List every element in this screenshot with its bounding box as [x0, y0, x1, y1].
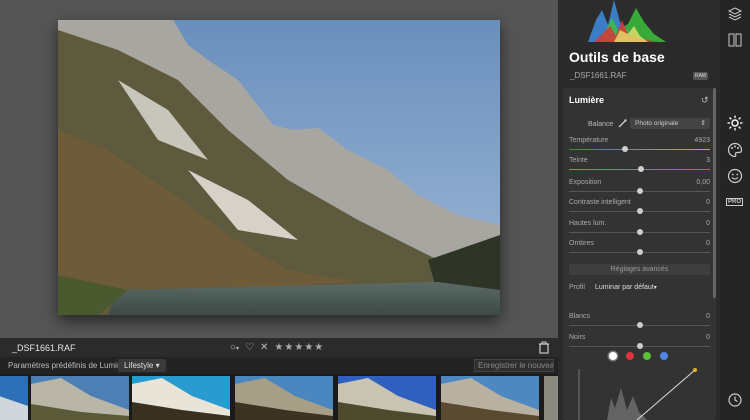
pro-tools-button[interactable]: PRO — [726, 198, 744, 206]
slider-track[interactable] — [569, 146, 710, 152]
preset-thumbnail[interactable] — [235, 376, 333, 420]
preset-thumbnail[interactable] — [441, 376, 539, 420]
panel-filename: _DSF1661.RAF — [570, 71, 627, 80]
tone-curve[interactable] — [577, 368, 699, 420]
curve-point[interactable] — [693, 368, 697, 372]
profile-value: Luminar par défaut — [595, 284, 654, 291]
palette-icon[interactable] — [727, 142, 743, 158]
slider-handle[interactable] — [636, 188, 643, 194]
curve-channel-selector — [609, 352, 668, 360]
image-viewer[interactable] — [0, 0, 558, 338]
slider-label: Exposition — [569, 179, 602, 186]
presets-bar: Paramètres prédéfinis de Luminar : Lifes… — [0, 357, 558, 374]
slider-handle[interactable] — [636, 249, 643, 255]
profile-label: Profil — [569, 284, 585, 291]
image-filename: _DSF1661.RAF — [12, 342, 76, 353]
curve-channel-swatch[interactable] — [609, 352, 617, 360]
preset-filmstrip — [0, 374, 558, 420]
slider-handle[interactable] — [636, 229, 643, 235]
slider-label: Teinte — [569, 157, 588, 164]
slider-handle[interactable] — [622, 146, 629, 152]
white-balance-value: Photo originale — [635, 120, 679, 127]
main-photo[interactable] — [58, 20, 500, 315]
raw-badge: RAW — [693, 72, 709, 80]
preset-thumbnail[interactable] — [31, 376, 129, 420]
slider-track[interactable] — [569, 166, 710, 172]
slider-track[interactable] — [569, 229, 710, 235]
history-icon[interactable] — [727, 392, 743, 408]
chevron-down-icon: ▾ — [236, 346, 240, 352]
reset-icon[interactable]: ↺ — [701, 95, 709, 106]
slider-track[interactable] — [569, 249, 710, 255]
slider-label: Hautes lum. — [569, 220, 607, 227]
white-balance-select[interactable]: Photo originale ⇕ — [630, 118, 710, 129]
slider-handle[interactable] — [636, 343, 643, 349]
histogram — [558, 0, 720, 42]
slider-track[interactable] — [569, 208, 710, 214]
chevron-updown-icon: ⇕ — [700, 120, 706, 127]
info-bar: _DSF1661.RAF ○▾ ♡ ✕ ★★★★★ — [0, 338, 558, 357]
slider-label: Contraste intelligent — [569, 199, 631, 206]
light-section: Lumière ↺ Balance Photo originale ⇕ Temp… — [563, 88, 716, 420]
profile-select[interactable]: Luminar par défaut▾ — [595, 284, 657, 291]
preset-thumbnail[interactable] — [544, 376, 558, 420]
heart-icon[interactable]: ♡ — [245, 342, 254, 353]
slider-value[interactable]: 4923 — [694, 137, 710, 144]
reject-icon[interactable]: ✕ — [260, 342, 268, 353]
curve-channel-swatch[interactable] — [643, 352, 651, 360]
eyedropper-icon[interactable] — [618, 119, 627, 130]
color-label-button[interactable]: ○▾ — [230, 342, 239, 353]
slider-track[interactable] — [569, 322, 710, 328]
trash-icon[interactable] — [538, 341, 550, 354]
preset-thumbnail[interactable] — [338, 376, 436, 420]
curve-channel-swatch[interactable] — [626, 352, 634, 360]
slider-handle[interactable] — [636, 322, 643, 328]
slider-value[interactable]: 0 — [706, 313, 710, 320]
slider-value[interactable]: 3 — [706, 157, 710, 164]
canvas-icon[interactable] — [727, 32, 743, 48]
face-icon[interactable] — [727, 168, 743, 184]
preset-thumbnail[interactable] — [132, 376, 230, 420]
balance-label: Balance — [588, 121, 614, 128]
presets-category-select[interactable]: Lifestyle ▾ — [118, 359, 166, 372]
section-title[interactable]: Lumière — [569, 95, 604, 105]
slider-value[interactable]: 0 — [706, 220, 710, 227]
slider-label: Température — [569, 137, 609, 144]
right-toolbar: PRO — [720, 0, 750, 420]
slider-label: Ombres — [569, 240, 594, 247]
slider-track[interactable] — [569, 343, 710, 349]
panel-scrollbar[interactable] — [713, 88, 716, 298]
save-new-preset-button[interactable]: Enregistrer le nouveau... — [474, 359, 554, 372]
panel-title: Outils de base — [569, 49, 665, 65]
slider-handle[interactable] — [636, 208, 643, 214]
tools-panel: Outils de base _DSF1661.RAF RAW Lumière … — [558, 0, 720, 420]
slider-label: Blancs — [569, 313, 591, 320]
preset-thumbnail[interactable] — [0, 376, 28, 420]
star-rating[interactable]: ★★★★★ — [274, 342, 324, 353]
slider-label: Noirs — [569, 334, 586, 341]
presets-label: Paramètres prédéfinis de Luminar : — [8, 361, 133, 370]
slider-track[interactable] — [569, 188, 710, 194]
sun-icon[interactable] — [727, 115, 743, 131]
slider-value[interactable]: 0 — [706, 199, 710, 206]
chevron-down-icon: ▾ — [653, 285, 657, 291]
advanced-settings-button[interactable]: Réglages avancés — [569, 264, 710, 275]
rating-bar: ○▾ ♡ ✕ ★★★★★ — [230, 342, 324, 353]
presets-category-value: Lifestyle — [124, 361, 154, 370]
slider-value[interactable]: 0 — [706, 334, 710, 341]
app-window: _DSF1661.RAF ○▾ ♡ ✕ ★★★★★ Paramètres pré… — [0, 0, 750, 420]
chevron-down-icon: ▾ — [155, 361, 160, 370]
slider-value[interactable]: 0 — [706, 240, 710, 247]
slider-value[interactable]: 0,00 — [696, 179, 710, 186]
layers-icon[interactable] — [727, 6, 743, 22]
slider-handle[interactable] — [637, 166, 644, 172]
curve-channel-swatch[interactable] — [660, 352, 668, 360]
